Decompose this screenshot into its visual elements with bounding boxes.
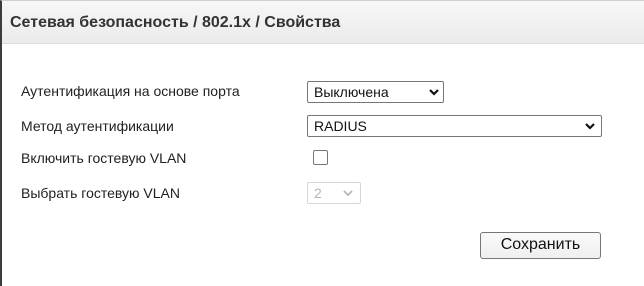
save-button[interactable]: Сохранить	[480, 232, 601, 259]
guest-vlan-enable-label: Включить гостевую VLAN	[21, 150, 187, 166]
guest-vlan-select[interactable]: 2	[307, 182, 361, 204]
auth-method-label: Метод аутентификации	[21, 118, 174, 134]
page-title: Сетевая безопасность / 802.1x / Свойства	[10, 14, 341, 31]
guest-vlan-select-label: Выбрать гостевую VLAN	[21, 185, 180, 201]
chevron-down-icon	[585, 123, 595, 130]
port-auth-label: Аутентификация на основе порта	[21, 83, 240, 99]
guest-vlan-value: 2	[314, 185, 322, 201]
port-auth-value: Выключена	[314, 84, 389, 100]
port-auth-select[interactable]: Выключена	[307, 81, 444, 103]
chevron-down-icon	[343, 190, 353, 197]
panel-header: Сетевая безопасность / 802.1x / Свойства	[2, 1, 644, 44]
guest-vlan-enable-checkbox[interactable]	[313, 150, 328, 165]
auth-method-select[interactable]: RADIUS	[307, 115, 602, 137]
auth-method-value: RADIUS	[314, 118, 367, 134]
properties-panel: Сетевая безопасность / 802.1x / Свойства…	[0, 0, 644, 286]
chevron-down-icon	[429, 89, 439, 96]
